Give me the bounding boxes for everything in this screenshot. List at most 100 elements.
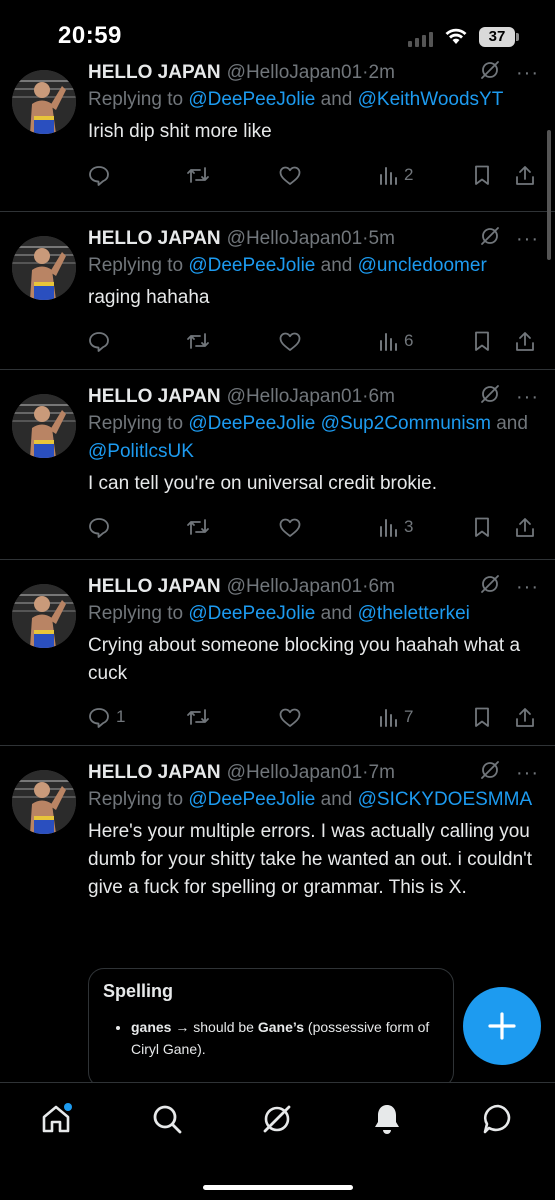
- reply-joiner: and: [315, 789, 358, 810]
- retweet-button[interactable]: [186, 512, 210, 542]
- more-icon[interactable]: ···: [516, 762, 539, 785]
- compose-icon: [488, 1012, 516, 1040]
- tweet[interactable]: HELLO JAPAN @HelloJapan01 ·2m ··· Replyi…: [0, 60, 555, 212]
- tweet-content: HELLO JAPAN @HelloJapan01 ·6m ··· Replyi…: [88, 384, 543, 498]
- like-button[interactable]: [278, 160, 302, 190]
- like-button[interactable]: [278, 326, 302, 356]
- avatar-image: [12, 236, 76, 300]
- reply-button[interactable]: [88, 160, 116, 190]
- share-button[interactable]: [514, 512, 536, 542]
- reply-button[interactable]: [88, 326, 116, 356]
- nav-grok[interactable]: [257, 1099, 297, 1139]
- mention-link[interactable]: @DeePeeJolie: [188, 413, 315, 434]
- avatar-image: [12, 770, 76, 834]
- nav-messages[interactable]: [478, 1099, 518, 1139]
- share-button[interactable]: [514, 160, 536, 190]
- nav-search[interactable]: [147, 1099, 187, 1139]
- replying-to: Replying to @DeePeeJolie and @SICKYDOESM…: [88, 786, 543, 814]
- avatar-image: [12, 394, 76, 458]
- bookmark-button[interactable]: [472, 702, 492, 732]
- author-name[interactable]: HELLO JAPAN: [88, 228, 221, 250]
- tweet-time[interactable]: ·7m: [362, 762, 395, 784]
- tweet[interactable]: HELLO JAPAN @HelloJapan01 ·6m ··· Replyi…: [0, 560, 555, 746]
- more-icon[interactable]: ···: [516, 228, 539, 251]
- views-button[interactable]: 2: [378, 160, 413, 190]
- bookmark-button[interactable]: [472, 512, 492, 542]
- author-handle[interactable]: @HelloJapan01: [227, 386, 363, 408]
- like-button[interactable]: [278, 512, 302, 542]
- avatar[interactable]: [12, 394, 76, 458]
- tweet-time[interactable]: ·6m: [362, 386, 395, 408]
- mention-link[interactable]: @SICKYDOESMMA: [358, 789, 532, 810]
- views-button[interactable]: 6: [378, 326, 413, 356]
- more-icon[interactable]: ···: [516, 62, 539, 85]
- author-handle[interactable]: @HelloJapan01: [227, 62, 363, 84]
- replying-to: Replying to @DeePeeJolie and @uncledoome…: [88, 252, 543, 280]
- mention-link[interactable]: @DeePeeJolie: [188, 789, 315, 810]
- quoted-card[interactable]: Spelling ganes → should be Gane’s (posse…: [88, 968, 454, 1082]
- author-name[interactable]: HELLO JAPAN: [88, 576, 221, 598]
- card-fix: Gane’s: [257, 1019, 305, 1035]
- author-handle[interactable]: @HelloJapan01: [227, 762, 363, 784]
- tweet-time[interactable]: ·6m: [362, 576, 395, 598]
- author-name[interactable]: HELLO JAPAN: [88, 386, 221, 408]
- mention-link[interactable]: @DeePeeJolie: [188, 89, 315, 110]
- mention-link[interactable]: @KeithWoodsYT: [358, 89, 504, 110]
- more-icon[interactable]: ···: [516, 576, 539, 599]
- compose-button[interactable]: [463, 987, 541, 1065]
- retweet-button[interactable]: [186, 326, 210, 356]
- grok-button[interactable]: [479, 60, 501, 87]
- author-handle[interactable]: @HelloJapan01: [227, 576, 363, 598]
- reply-button[interactable]: 1: [88, 702, 125, 732]
- views-icon: [380, 333, 397, 351]
- grok-icon: [263, 1105, 291, 1133]
- avatar[interactable]: [12, 236, 76, 300]
- share-icon: [516, 518, 534, 537]
- card-title: Spelling: [103, 981, 174, 1001]
- mention-link[interactable]: @uncledoomer: [358, 255, 487, 276]
- retweet-button[interactable]: [186, 702, 210, 732]
- mention-link[interactable]: @PolitlcsUK: [88, 441, 194, 462]
- mention-link[interactable]: @DeePeeJolie: [188, 603, 315, 624]
- grok-button[interactable]: [479, 225, 501, 253]
- scrollbar[interactable]: [547, 130, 551, 260]
- battery-indicator: 37: [479, 27, 519, 47]
- retweet-button[interactable]: [186, 160, 210, 190]
- reply-icon: [89, 332, 109, 352]
- mention-link[interactable]: @DeePeeJolie: [188, 255, 315, 276]
- share-button[interactable]: [514, 326, 536, 356]
- bookmark-button[interactable]: [472, 326, 492, 356]
- bookmark-button[interactable]: [472, 160, 492, 190]
- views-button[interactable]: 3: [378, 512, 413, 542]
- views-button[interactable]: 7: [378, 702, 413, 732]
- views-count: 3: [404, 517, 414, 536]
- avatar[interactable]: [12, 70, 76, 134]
- grok-button[interactable]: [479, 383, 501, 411]
- avatar[interactable]: [12, 584, 76, 648]
- like-button[interactable]: [278, 702, 302, 732]
- nav-home[interactable]: [36, 1099, 76, 1139]
- bookmark-icon: [475, 517, 489, 537]
- avatar[interactable]: [12, 770, 76, 834]
- mention-link[interactable]: @theletterkei: [358, 603, 470, 624]
- author-name[interactable]: HELLO JAPAN: [88, 762, 221, 784]
- reply-button[interactable]: [88, 512, 116, 542]
- home-indicator: [202, 1185, 353, 1190]
- mention-link[interactable]: @Sup2Communism: [321, 413, 491, 434]
- tweet-actions: 2: [88, 160, 545, 190]
- grok-button[interactable]: [479, 759, 501, 787]
- nav-notifications[interactable]: [367, 1099, 407, 1139]
- wifi-icon: [445, 28, 467, 44]
- tweet[interactable]: HELLO JAPAN @HelloJapan01 ·6m ··· Replyi…: [0, 370, 555, 560]
- author-name[interactable]: HELLO JAPAN: [88, 62, 221, 84]
- more-icon[interactable]: ···: [516, 386, 539, 409]
- tweet-time[interactable]: ·2m: [362, 62, 395, 84]
- reply-feed[interactable]: HELLO JAPAN @HelloJapan01 ·2m ··· Replyi…: [0, 60, 555, 1082]
- views-count: 2: [404, 165, 414, 184]
- grok-button[interactable]: [479, 573, 501, 601]
- share-button[interactable]: [514, 702, 536, 732]
- tweet-time[interactable]: ·5m: [362, 228, 395, 250]
- tweet-actions: 3: [88, 512, 545, 542]
- tweet[interactable]: HELLO JAPAN @HelloJapan01 ·5m ··· Replyi…: [0, 212, 555, 370]
- author-handle[interactable]: @HelloJapan01: [227, 228, 363, 250]
